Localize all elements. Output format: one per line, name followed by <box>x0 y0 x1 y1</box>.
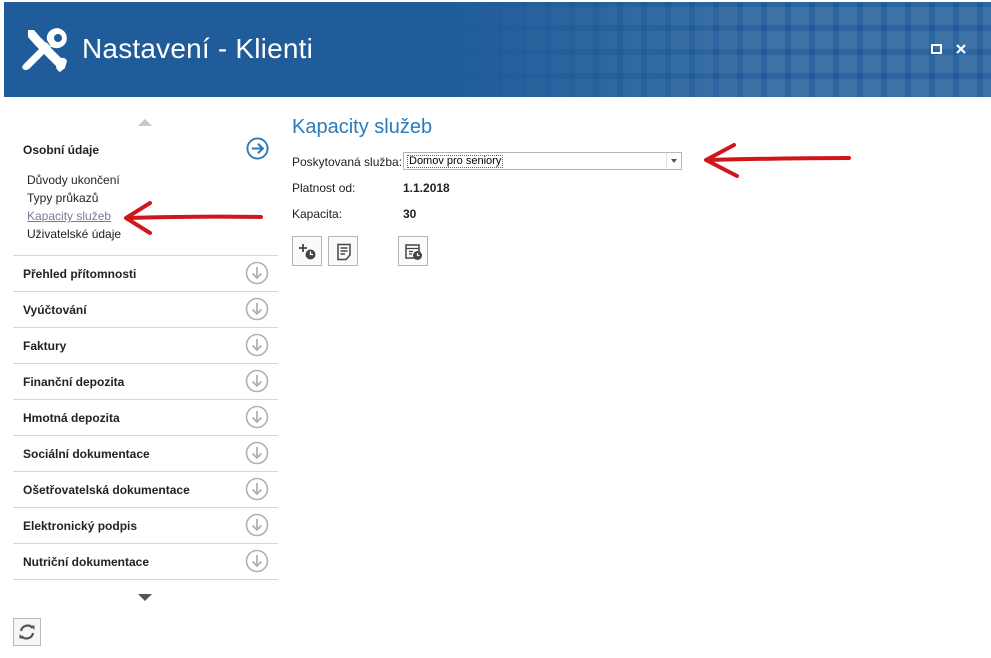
calendar-history-button[interactable] <box>398 236 428 266</box>
section-elektronicky-podpis[interactable]: Elektronický podpis <box>13 507 278 543</box>
service-label: Poskytovaná služba: <box>292 155 403 169</box>
arrow-down-circle-icon[interactable] <box>245 333 269 357</box>
section-title: Sociální dokumentace <box>23 447 150 461</box>
arrow-down-circle-icon[interactable] <box>245 513 269 537</box>
divider <box>13 579 278 580</box>
section-title: Přehled přítomnosti <box>23 267 137 281</box>
maximize-icon[interactable] <box>930 42 944 56</box>
valid-from-label: Platnost od: <box>292 181 356 195</box>
calendar-history-icon <box>405 244 422 260</box>
add-time-icon <box>299 244 316 260</box>
wrench-screwdriver-icon <box>22 28 67 72</box>
sidebar-item-uzivatelske-udaje[interactable]: Uživatelské údaje <box>27 227 121 241</box>
arrow-down-circle-icon[interactable] <box>245 297 269 321</box>
section-title: Vyúčtování <box>23 303 87 317</box>
section-nutricni-dokumentace[interactable]: Nutriční dokumentace <box>13 543 278 579</box>
section-title: Hmotná depozita <box>23 411 120 425</box>
service-select[interactable]: Domov pro seniory <box>403 152 682 170</box>
section-title: Osobní údaje <box>23 143 100 157</box>
scroll-down-icon[interactable] <box>138 594 152 601</box>
capacity-value: 30 <box>403 207 417 221</box>
section-faktury[interactable]: Faktury <box>13 327 278 363</box>
section-title: Nutriční dokumentace <box>23 555 150 569</box>
section-title: Finanční depozita <box>23 375 125 389</box>
capacity-label: Kapacita: <box>292 207 343 221</box>
window-title: Nastavení - Klienti <box>82 33 314 64</box>
header-pattern <box>431 2 991 97</box>
section-title: Ošetřovatelská dokumentace <box>23 483 190 497</box>
section-socialni-dokumentace[interactable]: Sociální dokumentace <box>13 435 278 471</box>
arrow-down-circle-icon[interactable] <box>245 477 269 501</box>
chevron-down-icon[interactable] <box>666 153 681 169</box>
section-title: Elektronický podpis <box>23 519 138 533</box>
arrow-down-circle-icon[interactable] <box>245 441 269 465</box>
section-hmotna-depozita[interactable]: Hmotná depozita <box>13 399 278 435</box>
sidebar-item-typy-prukazu[interactable]: Typy průkazů <box>27 191 98 205</box>
sidebar: Osobní údaje Důvody ukončení Typy průkaz… <box>0 97 285 658</box>
refresh-icon <box>19 624 35 640</box>
sidebar-item-kapacity-sluzeb[interactable]: Kapacity služeb <box>27 209 111 223</box>
refresh-button[interactable] <box>13 618 41 646</box>
document-list-button[interactable] <box>328 236 358 266</box>
section-title: Faktury <box>23 339 67 353</box>
arrow-down-circle-icon[interactable] <box>245 261 269 285</box>
service-select-value: Domov pro seniory <box>407 155 504 168</box>
page-title: Kapacity služeb <box>292 116 433 138</box>
close-icon[interactable] <box>954 42 968 56</box>
annotation-arrow-select-icon <box>704 143 851 178</box>
section-vyuctovani[interactable]: Vyúčtování <box>13 291 278 327</box>
title-bar: Nastavení - Klienti <box>4 2 991 97</box>
annotation-arrow-sidebar-icon <box>124 201 263 235</box>
sidebar-item-duvody-ukonceni[interactable]: Důvody ukončení <box>27 173 120 187</box>
document-list-icon <box>337 243 351 261</box>
add-time-button[interactable] <box>292 236 322 266</box>
arrow-down-circle-icon[interactable] <box>245 405 269 429</box>
section-osetrovatelska-dokumentace[interactable]: Ošetřovatelská dokumentace <box>13 471 278 507</box>
arrow-down-circle-icon[interactable] <box>245 369 269 393</box>
section-financni-depozita[interactable]: Finanční depozita <box>13 363 278 399</box>
valid-from-value: 1.1.2018 <box>403 181 450 195</box>
section-prehled-pritomnosti[interactable]: Přehled přítomnosti <box>13 255 278 291</box>
scroll-up-icon[interactable] <box>138 119 152 126</box>
arrow-right-circle-icon[interactable] <box>246 137 269 160</box>
arrow-down-circle-icon[interactable] <box>245 549 269 573</box>
